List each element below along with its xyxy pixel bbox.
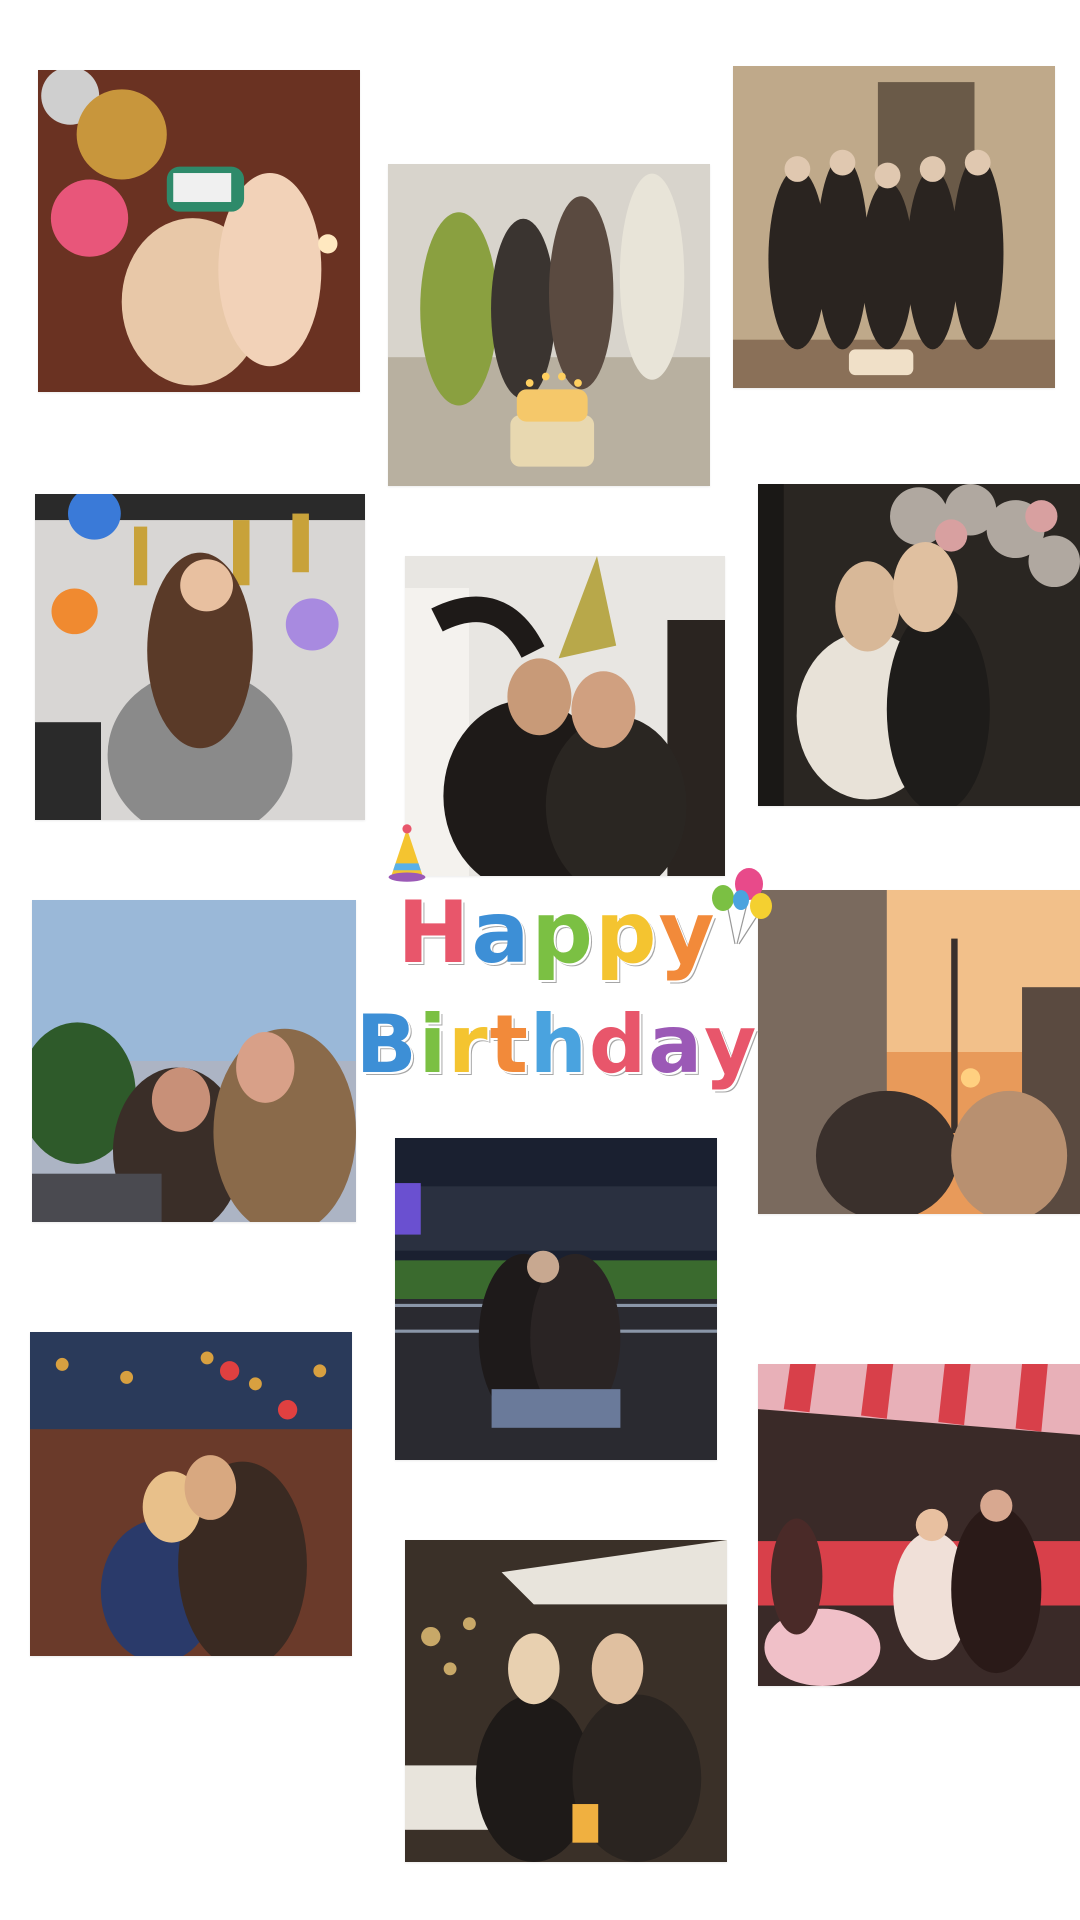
title-letter: B	[355, 998, 419, 1091]
photo-silver-balloons-image	[758, 484, 1080, 806]
photo-sky-selfie-image	[32, 900, 356, 1222]
photo-lights-kiss-image	[30, 1332, 352, 1656]
title-letter: y	[658, 883, 717, 983]
title-letter: t	[489, 998, 530, 1091]
photo-night-drink-image	[405, 1540, 727, 1862]
photo-balloons-hug	[38, 70, 360, 392]
title-letter: p	[531, 883, 595, 983]
party-hat-icon	[388, 824, 426, 882]
photo-night-bench-image	[395, 1138, 717, 1460]
photo-sunset-street	[758, 890, 1080, 1214]
title-letter: p	[594, 883, 659, 983]
photo-night-bench	[395, 1138, 717, 1460]
photo-lights-kiss	[30, 1332, 352, 1656]
photo-red-awning-image	[758, 1364, 1080, 1686]
photo-cake-candles-image	[388, 164, 710, 486]
photo-party-hat-hug	[405, 556, 725, 876]
happy-title: Happy	[352, 890, 762, 976]
title-letter: r	[448, 998, 490, 1091]
title-letter: h	[529, 998, 589, 1091]
photo-party-blower-image	[35, 494, 365, 820]
photo-red-awning	[758, 1364, 1080, 1686]
happy-title-text: Happy	[397, 890, 716, 976]
title-letter: d	[588, 998, 649, 1091]
birthday-title: Birthday	[352, 1005, 762, 1085]
title-letter: i	[418, 998, 449, 1091]
photo-cake-candles	[388, 164, 710, 486]
photo-sky-selfie	[32, 900, 356, 1222]
title-letter: y	[704, 998, 759, 1091]
photo-night-drink	[405, 1540, 727, 1862]
birthday-title-text: Birthday	[356, 1005, 758, 1085]
photo-silver-balloons	[758, 484, 1080, 806]
photo-group-hallway	[733, 66, 1055, 388]
title-letter: a	[648, 998, 705, 1091]
photo-balloons-hug-image	[38, 70, 360, 392]
photo-sunset-street-image	[758, 890, 1080, 1214]
title-letter: a	[471, 883, 532, 983]
photo-group-hallway-image	[733, 66, 1055, 388]
photo-party-hat-hug-image	[405, 556, 725, 876]
title-letter: H	[397, 883, 472, 983]
photo-party-blower	[35, 494, 365, 820]
